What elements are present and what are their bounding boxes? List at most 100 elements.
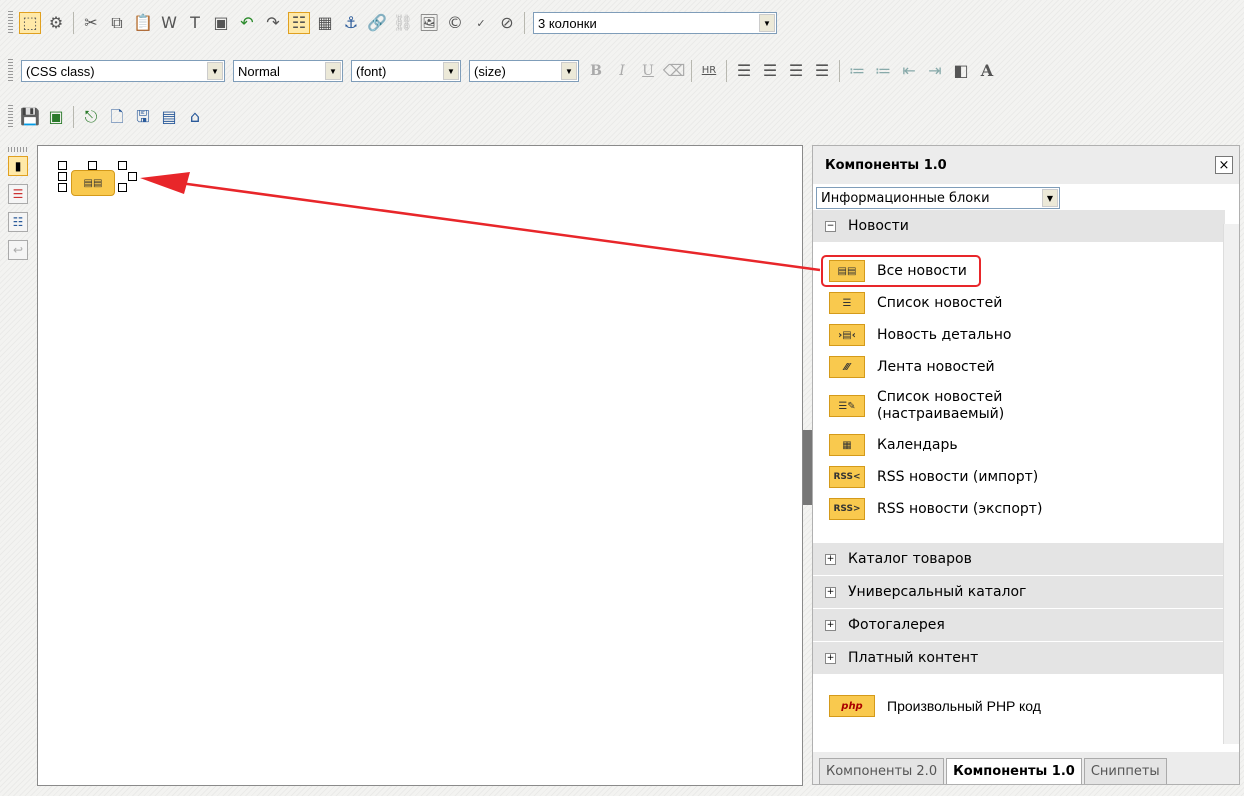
expand-icon[interactable]: + <box>825 553 836 565</box>
image-icon[interactable]: 🖼 <box>418 12 440 34</box>
expand-icon[interactable]: + <box>825 619 836 631</box>
align-left-icon[interactable]: ☰ <box>733 60 755 82</box>
list-item[interactable]: RSS> RSS новости (экспорт) <box>813 493 1225 525</box>
news-all-component-icon[interactable]: ▤▤ <box>71 170 115 196</box>
tab-components-2[interactable]: Компоненты 2.0 <box>819 758 945 784</box>
resize-handle[interactable] <box>58 172 67 181</box>
resize-handle[interactable] <box>58 183 67 192</box>
cut-icon[interactable]: ✂ <box>80 12 102 34</box>
save-icon[interactable]: 💾 <box>19 106 41 128</box>
editor-area[interactable]: ▤▤ <box>37 145 803 786</box>
panel-tree: − Новости ▤▤ Все новости ☰ Список новосте… <box>813 210 1225 723</box>
close-icon[interactable]: × <box>1215 156 1233 174</box>
list-item[interactable]: ▤▤ Все новости <box>813 255 1225 287</box>
list-item[interactable]: ⁄⁄⁄ Лента новостей <box>813 351 1225 383</box>
toolbar-grip[interactable] <box>8 59 13 83</box>
resize-handle[interactable] <box>118 161 127 170</box>
view-design-icon[interactable]: ▮ <box>8 156 28 176</box>
ordered-list-icon[interactable]: ≔ <box>846 60 868 82</box>
underline-button[interactable]: U <box>637 60 659 82</box>
bold-button[interactable]: B <box>585 60 607 82</box>
chevron-down-icon[interactable]: ▼ <box>561 62 577 80</box>
toolbar-grip[interactable] <box>8 147 28 152</box>
format-value: Normal <box>238 63 280 79</box>
unlink-icon[interactable]: ⛓ <box>392 12 414 34</box>
indent-icon[interactable]: ⇥ <box>924 60 946 82</box>
link-icon[interactable]: 🔗 <box>366 12 388 34</box>
font-select[interactable]: (font) ▼ <box>351 60 461 82</box>
save-template-icon[interactable]: ▤ <box>158 106 180 128</box>
paste-icon[interactable]: 📋 <box>132 12 154 34</box>
fullscreen-icon[interactable]: ⬚ <box>19 12 41 34</box>
italic-button[interactable]: I <box>611 60 633 82</box>
chevron-down-icon[interactable]: ▼ <box>325 62 341 80</box>
tab-components-1[interactable]: Компоненты 1.0 <box>946 758 1082 784</box>
flash-icon[interactable]: ⊘ <box>496 12 518 34</box>
spellcheck-icon[interactable]: ✓ <box>470 12 492 34</box>
collapse-icon[interactable]: − <box>825 220 836 232</box>
resize-handle[interactable] <box>88 161 97 170</box>
align-justify-icon[interactable]: ☰ <box>811 60 833 82</box>
eraser-icon[interactable]: ⌫ <box>663 60 686 82</box>
page-properties-icon[interactable]: ⌂ <box>184 106 206 128</box>
view-preview-icon[interactable]: ↩ <box>8 240 28 260</box>
list-item[interactable]: ▦ Календарь <box>813 429 1225 461</box>
placed-component[interactable]: ▤▤ <box>58 156 138 196</box>
list-item[interactable]: ›▤‹ Новость детально <box>813 319 1225 351</box>
settings-icon[interactable]: ⚙ <box>45 12 67 34</box>
copy-icon[interactable]: ⧉ <box>106 12 128 34</box>
panel-tabs: Компоненты 2.0 Компоненты 1.0 Сниппеты <box>813 752 1239 784</box>
chevron-down-icon[interactable]: ▼ <box>759 14 775 32</box>
size-select[interactable]: (size) ▼ <box>469 60 579 82</box>
section-universal-catalog[interactable]: + Универсальный каталог <box>813 576 1225 609</box>
align-center-icon[interactable]: ☰ <box>759 60 781 82</box>
section-photogallery[interactable]: + Фотогалерея <box>813 609 1225 642</box>
expand-icon[interactable]: + <box>825 586 836 598</box>
exit-icon[interactable]: ⎋ <box>80 106 102 128</box>
font-color-icon[interactable]: A <box>976 60 998 82</box>
table-icon[interactable]: ▦ <box>314 12 336 34</box>
save-as-icon[interactable]: 🖫 <box>132 106 154 128</box>
new-page-icon[interactable]: 🗋 <box>106 106 128 128</box>
panel-splitter[interactable] <box>803 430 812 505</box>
view-split-icon[interactable]: ☷ <box>8 212 28 232</box>
unordered-list-icon[interactable]: ≔ <box>872 60 894 82</box>
format-select[interactable]: Normal ▼ <box>233 60 343 82</box>
tab-snippets[interactable]: Сниппеты <box>1083 758 1167 784</box>
align-right-icon[interactable]: ☰ <box>785 60 807 82</box>
section-catalog[interactable]: + Каталог товаров <box>813 543 1225 576</box>
chevron-down-icon[interactable]: ▼ <box>207 62 223 80</box>
resize-handle[interactable] <box>128 172 137 181</box>
list-item[interactable]: ☰ Список новостей <box>813 287 1225 319</box>
template-select[interactable]: 3 колонки ▼ <box>533 12 777 34</box>
paste-word-icon[interactable]: W <box>158 12 180 34</box>
category-select[interactable]: Информационные блоки ▼ <box>816 187 1060 209</box>
php-item[interactable]: php Произвольный PHP код <box>813 689 1225 723</box>
view-code-icon[interactable]: ☰ <box>8 184 28 204</box>
redo-icon[interactable]: ↷ <box>262 12 284 34</box>
category-select-value: Информационные блоки <box>821 190 990 206</box>
hr-button[interactable]: HR <box>698 60 720 82</box>
chevron-down-icon[interactable]: ▼ <box>1042 189 1058 207</box>
copyright-icon[interactable]: © <box>444 12 466 34</box>
chevron-down-icon[interactable]: ▼ <box>443 62 459 80</box>
panel-scrollbar[interactable] <box>1223 224 1239 744</box>
section-news[interactable]: − Новости <box>813 210 1225 243</box>
toolbar-grip[interactable] <box>8 11 13 35</box>
section-paid-content[interactable]: + Платный контент <box>813 642 1225 675</box>
apply-icon[interactable]: ▣ <box>45 106 67 128</box>
resize-handle[interactable] <box>58 161 67 170</box>
select-all-icon[interactable]: ▣ <box>210 12 232 34</box>
table-props-icon[interactable]: ☷ <box>288 12 310 34</box>
toolbar-grip[interactable] <box>8 105 13 129</box>
expand-icon[interactable]: + <box>825 652 836 664</box>
list-item[interactable]: RSS< RSS новости (импорт) <box>813 461 1225 493</box>
resize-handle[interactable] <box>118 183 127 192</box>
outdent-icon[interactable]: ⇤ <box>898 60 920 82</box>
list-item[interactable]: ☰✎ Список новостей (настраиваемый) <box>813 383 1225 429</box>
anchor-icon[interactable]: ⚓ <box>340 12 362 34</box>
css-class-select[interactable]: (CSS class) ▼ <box>21 60 225 82</box>
paste-text-icon[interactable]: T <box>184 12 206 34</box>
undo-icon[interactable]: ↶ <box>236 12 258 34</box>
background-color-icon[interactable]: ◧ <box>950 60 972 82</box>
